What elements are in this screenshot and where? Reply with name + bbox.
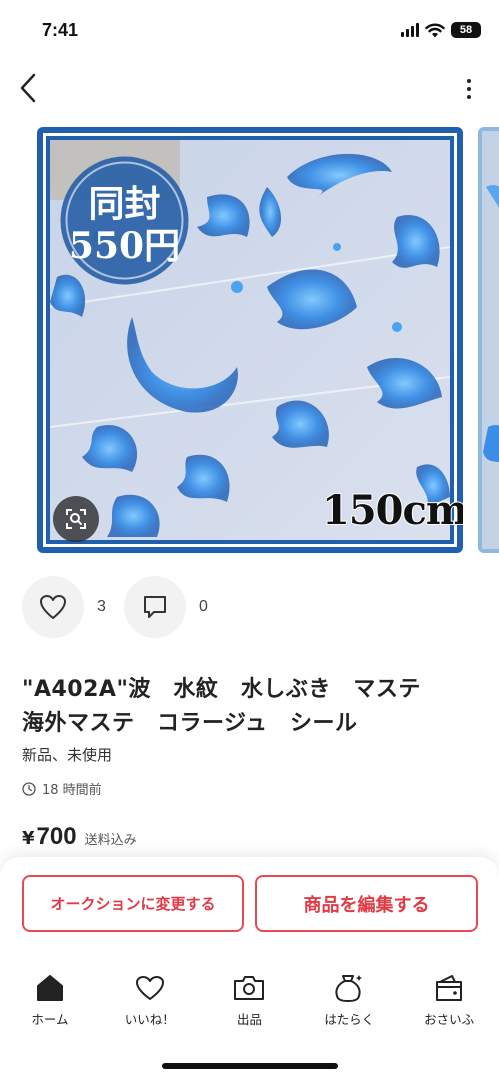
more-options-button[interactable] [459,72,479,106]
heart-icon [40,595,66,619]
status-bar: 7:41 58 [0,0,499,60]
wallet-icon [436,975,463,1001]
tab-label: いいね！ [124,1012,175,1027]
next-image-peek[interactable] [478,127,499,553]
tab-label: 出品 [236,1012,262,1027]
tab-home[interactable]: ホーム [0,973,100,1033]
tab-work[interactable]: はたらく [299,973,399,1033]
tab-label: ホーム [31,1012,69,1027]
shipping-included-label: 送料込み [84,833,137,848]
comment-icon [144,596,166,618]
dot [467,87,471,91]
tape-length-label: 150cm [321,486,463,535]
image-search-icon [66,509,86,529]
product-title-line: "A402A"波 水紋 水しぶき マステ [22,677,421,702]
tab-bar: ホーム いいね！ 出品 はたらく おさいふ [0,973,499,1033]
bottom-action-sheet: オークションに変更する 商品を編集する ホーム いいね！ 出品 はたらく おさい… [0,857,499,1080]
dot [467,95,471,99]
like-count: 3 [97,598,106,615]
clock-icon [22,781,36,796]
image-search-button[interactable] [53,496,99,542]
heart-icon [135,976,164,1000]
battery-icon: 58 [451,22,481,38]
status-icons: 58 [401,22,481,38]
comment-button[interactable] [124,576,186,638]
money-bag-icon [335,975,363,1002]
seal-text-price: 550円 [68,225,181,267]
status-time: 7:41 [42,20,79,40]
price-value: 700 [36,823,77,850]
nav-bar [0,62,499,114]
change-to-auction-button[interactable]: オークションに変更する [22,875,244,932]
product-title-line: 海外マステ コラージュ シール [22,711,358,736]
chevron-left-icon [20,73,36,103]
tab-likes[interactable]: いいね！ [100,973,200,1033]
camera-icon [234,976,265,1000]
dot [467,79,471,83]
price-row: ¥ 700 送料込み [22,823,137,851]
item-condition: 新品、未使用 [22,746,113,764]
product-image[interactable]: 同封 550円 150cm [37,127,463,553]
product-title: "A402A"波 水紋 水しぶき マステ 海外マステ コラージュ シール [22,673,482,741]
comment-count: 0 [199,598,208,615]
home-indicator [162,1063,338,1069]
currency-symbol: ¥ [22,828,35,849]
like-button[interactable] [22,576,84,638]
tab-wallet[interactable]: おさいふ [399,973,499,1033]
posted-time: 18 時間前 [22,779,102,798]
engagement-row: 3 0 [22,576,226,638]
tab-sell[interactable]: 出品 [200,973,300,1033]
edit-item-button[interactable]: 商品を編集する [255,875,478,932]
back-button[interactable] [12,70,44,106]
tab-label: おさいふ [424,1012,475,1027]
image-gallery[interactable]: 同封 550円 150cm [0,127,499,555]
tab-label: はたらく [324,1012,375,1027]
wifi-icon [425,23,445,37]
posted-time-text: 18 時間前 [42,783,102,798]
cellular-signal-icon [401,23,419,37]
home-icon [36,975,63,1001]
